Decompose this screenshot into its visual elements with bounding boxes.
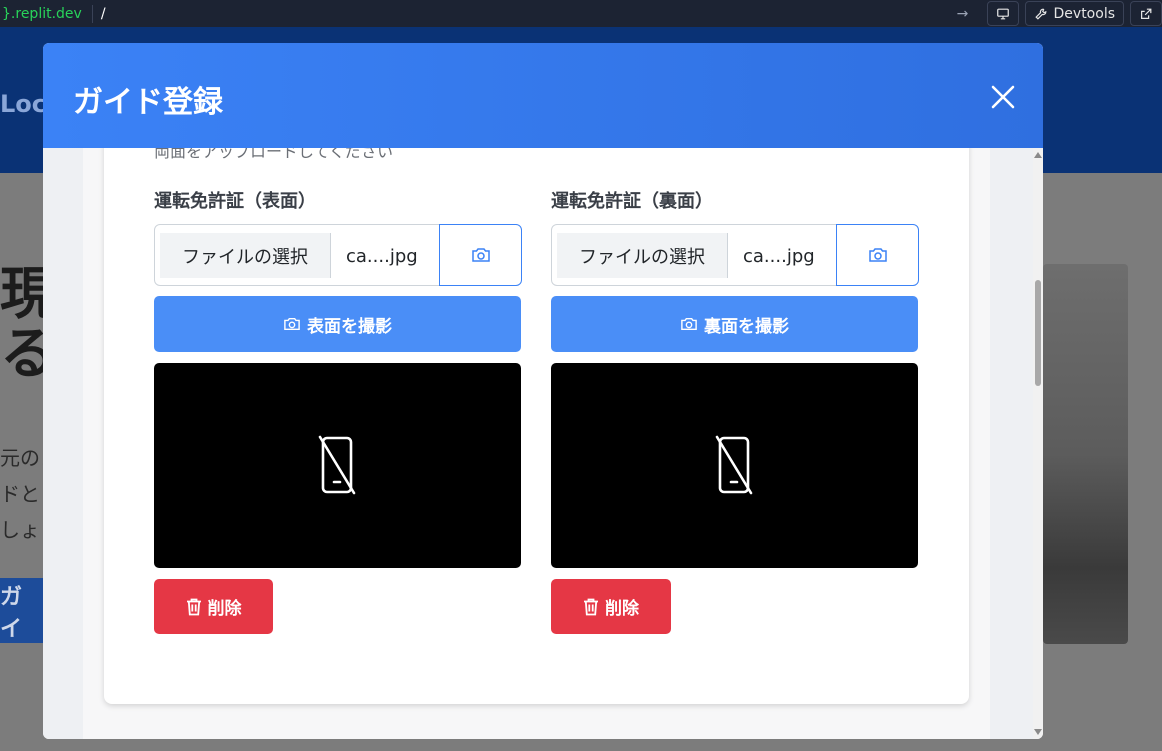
front-file-input[interactable]: ファイルの選択 ca....jpg [154, 224, 522, 286]
close-icon [991, 85, 1015, 109]
trash-icon [584, 598, 598, 615]
camera-icon [868, 248, 887, 262]
back-license-label: 運転免許証（裏面） [551, 191, 713, 212]
preview-monitor-button[interactable] [986, 1, 1019, 26]
url-host: .replit.dev [10, 5, 82, 22]
back-choose-file-button[interactable]: ファイルの選択 [557, 233, 728, 278]
devtools-button[interactable]: Devtools [1024, 1, 1124, 26]
front-file-name: ca....jpg [346, 245, 418, 267]
monitor-icon [996, 8, 1009, 19]
front-camera-preview [154, 363, 521, 568]
modal-header: ガイド登録 [43, 43, 1043, 148]
wrench-icon [1034, 8, 1046, 20]
back-delete-label: 削除 [605, 599, 639, 619]
back-camera-preview [551, 363, 918, 568]
background-logo: Loc [0, 90, 47, 118]
front-delete-button[interactable]: 削除 [154, 579, 273, 634]
scroll-thumb[interactable] [1035, 280, 1041, 386]
go-arrow-icon[interactable]: → [953, 6, 973, 22]
url-domain[interactable]: }.replit.dev [0, 6, 82, 22]
close-button[interactable] [989, 83, 1017, 111]
camera-icon [284, 317, 300, 331]
back-capture-label: 裏面を撮影 [704, 316, 789, 337]
camera-icon [471, 248, 490, 262]
phone-off-icon [318, 435, 355, 494]
background-photo [1043, 264, 1128, 644]
devtools-label: Devtools [1053, 5, 1115, 22]
front-delete-label: 削除 [207, 599, 242, 619]
front-license-label: 運転免許証（表面） [154, 191, 316, 212]
browser-toolbar: }.replit.dev / → Devtools [0, 0, 1162, 27]
camera-icon [681, 317, 697, 331]
back-camera-button[interactable] [836, 224, 919, 286]
url-separator [91, 4, 93, 23]
back-delete-button[interactable]: 削除 [551, 579, 671, 634]
front-capture-label: 表面を撮影 [307, 316, 392, 337]
background-guide-button: ガイ [0, 578, 43, 643]
url-path[interactable]: / [101, 6, 106, 22]
phone-off-icon [715, 435, 752, 494]
scroll-up-arrow[interactable] [1034, 152, 1042, 158]
back-capture-button[interactable]: 裏面を撮影 [551, 296, 918, 352]
front-camera-button[interactable] [439, 224, 522, 286]
trash-icon [186, 598, 201, 615]
back-file-input[interactable]: ファイルの選択 ca....jpg [551, 224, 919, 286]
upload-hint: 両面をアップロードしてください [154, 148, 394, 161]
back-file-name: ca....jpg [743, 245, 815, 267]
guide-registration-modal: ガイド登録 両面をアップロードしてください 運転免許証（表面） ファイルの選択 … [43, 43, 1043, 739]
scroll-down-arrow[interactable] [1034, 729, 1042, 735]
modal-title: ガイド登録 [73, 85, 223, 120]
modal-scrollbar[interactable] [1033, 148, 1043, 739]
external-link-icon [1141, 8, 1152, 19]
url-brace: } [2, 5, 11, 22]
open-external-button[interactable] [1130, 1, 1162, 26]
front-capture-button[interactable]: 表面を撮影 [154, 296, 521, 352]
front-choose-file-button[interactable]: ファイルの選択 [160, 233, 331, 278]
